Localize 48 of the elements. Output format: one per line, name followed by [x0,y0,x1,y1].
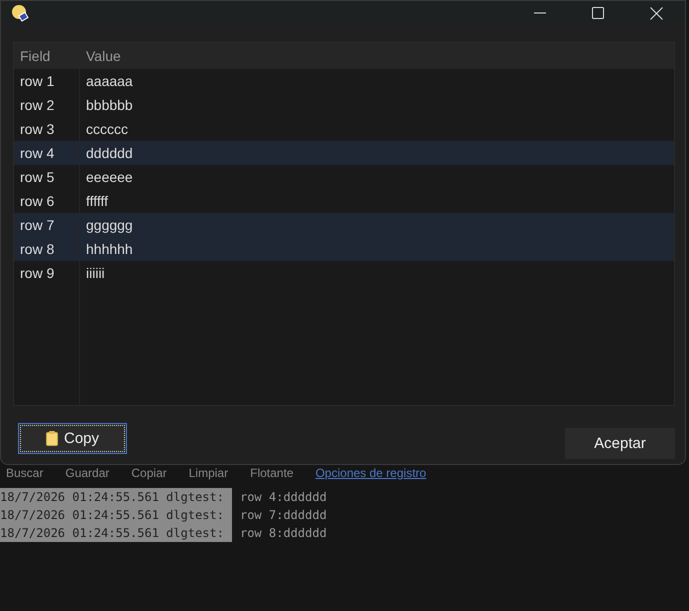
table-row[interactable]: row 7 gggggg [14,213,674,237]
log-message: row 4:dddddd [240,489,327,506]
close-icon [650,6,662,20]
log-prefix: 18/7/2026 01:24:55.561 dlgtest: [0,524,232,542]
clipboard-icon [46,431,58,446]
value-cell-text: cccccc [85,121,128,137]
log-prefix: 18/7/2026 01:24:55.561 dlgtest: [0,506,232,524]
value-cell-text: ffffff [85,193,108,209]
log-message: row 8:dddddd [240,525,327,542]
toolbar-button[interactable]: Copiar [131,466,167,480]
value-cell-text: bbbbbb [85,97,133,113]
field-cell-text: row 3 [19,121,56,137]
field-cell-text: row 4 [19,145,56,161]
field-cell-text: row 5 [19,169,56,185]
options-link[interactable]: Opciones de registro [315,466,426,480]
table-row[interactable]: row 1 aaaaaa [14,69,674,93]
value-cell-text: dddddd [85,145,133,161]
field-cell-text: row 7 [19,217,56,233]
value-cell-text: gggggg [85,217,133,233]
toolbar-button[interactable]: Guardar [65,466,110,480]
table-row[interactable]: row 8 hhhhhh [14,237,674,261]
field-cell-text: row 1 [19,73,56,89]
minimize-icon [534,12,546,14]
field-cell-text: row 6 [19,193,56,209]
value-cell-text: eeeeee [85,169,133,185]
table-row[interactable]: row 6 ffffff [14,189,674,213]
field-cell-text: row 2 [19,97,56,113]
accept-button[interactable]: Aceptar [565,428,675,459]
table-row[interactable]: row 3 cccccc [14,117,674,141]
table-row[interactable]: row 5 eeeeee [14,165,674,189]
log-message: row 7:dddddd [240,507,327,524]
log-prefix: 18/7/2026 01:24:55.561 dlgtest: [0,488,232,506]
column-header[interactable]: Field [14,48,80,64]
table-row[interactable]: row 9 iiiiii [14,261,674,285]
value-cell-text: hhhhhh [85,241,133,257]
toolbar-button[interactable]: Buscar [6,466,44,480]
field-cell-text: row 8 [19,241,56,257]
table-row[interactable]: row 4 dddddd [14,141,674,165]
column-header[interactable]: Value [80,48,121,64]
value-cell-text: aaaaaa [85,73,133,89]
app-icon [11,4,29,22]
table-row[interactable]: row 2 bbbbbb [14,93,674,117]
toolbar-button[interactable]: Limpiar [188,466,228,480]
field-cell-text: row 9 [19,265,56,281]
toolbar-button[interactable]: Flotante [250,466,294,480]
value-cell-text: iiiiii [85,265,105,281]
copy-button[interactable]: Copy [18,423,127,454]
maximize-icon [592,7,604,19]
